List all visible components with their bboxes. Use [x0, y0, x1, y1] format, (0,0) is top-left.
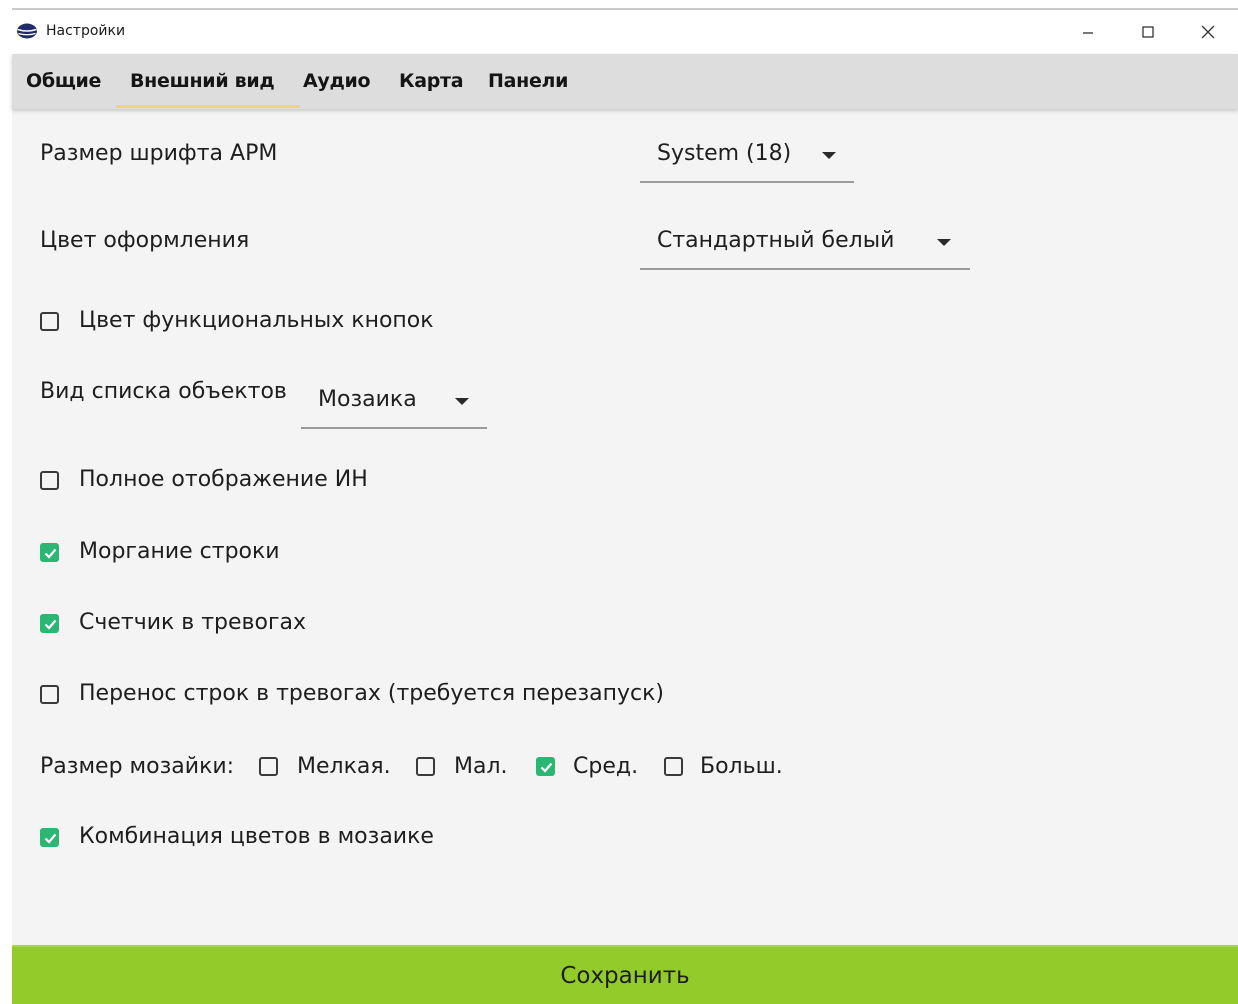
- checkmark-icon: [540, 762, 553, 773]
- line-wrap-label: Перенос строк в тревогах (требуется пере…: [79, 681, 665, 706]
- window-title: Настройки: [46, 23, 126, 39]
- theme-value: Стандартный белый: [657, 228, 895, 253]
- save-button-label: Сохранить: [560, 962, 690, 989]
- mosaic-size-medium-checkbox[interactable]: [536, 757, 555, 776]
- active-tab-indicator: [116, 105, 300, 108]
- triangle-down-icon: [455, 398, 469, 405]
- save-button[interactable]: Сохранить: [12, 945, 1238, 1004]
- close-button[interactable]: [1178, 10, 1238, 54]
- maximize-button[interactable]: [1118, 10, 1178, 54]
- tab-panels[interactable]: Панели: [488, 68, 568, 94]
- mosaic-size-medium-label: Сред.: [573, 754, 639, 779]
- func-buttons-color-checkbox[interactable]: [40, 312, 59, 331]
- checkmark-icon: [44, 619, 57, 630]
- settings-content: Размер шрифта АРМ System (18) Цвет оформ…: [12, 109, 1238, 945]
- alarm-counter-checkbox[interactable]: [40, 614, 59, 633]
- object-list-view-dropdown[interactable]: Мозаика: [301, 379, 487, 429]
- minimize-button[interactable]: [1058, 10, 1118, 54]
- func-buttons-color-label: Цвет функциональных кнопок: [79, 308, 434, 333]
- object-list-view-label: Вид списка объектов: [40, 379, 287, 404]
- object-list-view-value: Мозаика: [318, 387, 417, 412]
- font-size-dropdown[interactable]: System (18): [640, 133, 854, 183]
- mosaic-colors-label: Комбинация цветов в мозаике: [79, 824, 434, 849]
- triangle-down-icon: [937, 239, 951, 246]
- full-in-display-checkbox[interactable]: [40, 471, 59, 490]
- line-wrap-checkbox[interactable]: [40, 685, 59, 704]
- mosaic-size-large-checkbox[interactable]: [664, 757, 683, 776]
- checkmark-icon: [44, 548, 57, 559]
- theme-dropdown[interactable]: Стандартный белый: [640, 220, 970, 270]
- triangle-down-icon: [822, 152, 836, 159]
- mosaic-size-small-label: Мелкая.: [297, 754, 391, 779]
- font-size-label: Размер шрифта АРМ: [40, 141, 278, 166]
- app-globe-icon: [16, 23, 38, 39]
- close-icon: [1201, 25, 1215, 39]
- maximize-icon: [1142, 26, 1154, 38]
- mosaic-size-little-label: Мал.: [454, 754, 508, 779]
- full-in-display-label: Полное отображение ИН: [79, 467, 368, 492]
- tab-audio[interactable]: Аудио: [303, 68, 371, 94]
- line-blink-checkbox[interactable]: [40, 543, 59, 562]
- theme-label: Цвет оформления: [40, 228, 250, 253]
- mosaic-size-little-checkbox[interactable]: [416, 757, 435, 776]
- tab-appearance[interactable]: Внешний вид: [130, 68, 275, 94]
- settings-window: Настройки Общие Внешний вид Аудио Карта …: [0, 0, 1238, 1004]
- mosaic-size-label: Размер мозайки:: [40, 754, 235, 779]
- line-blink-label: Моргание строки: [79, 539, 280, 564]
- minimize-icon: [1083, 32, 1093, 34]
- checkmark-icon: [44, 833, 57, 844]
- mosaic-colors-checkbox[interactable]: [40, 828, 59, 847]
- mosaic-size-large-label: Больш.: [700, 754, 783, 779]
- font-size-value: System (18): [657, 141, 792, 166]
- tab-general[interactable]: Общие: [26, 68, 101, 94]
- alarm-counter-label: Счетчик в тревогах: [79, 610, 307, 635]
- tab-bar: Общие Внешний вид Аудио Карта Панели: [12, 54, 1238, 109]
- title-bar[interactable]: Настройки: [0, 10, 1238, 54]
- mosaic-size-small-checkbox[interactable]: [259, 757, 278, 776]
- tab-map[interactable]: Карта: [399, 68, 464, 94]
